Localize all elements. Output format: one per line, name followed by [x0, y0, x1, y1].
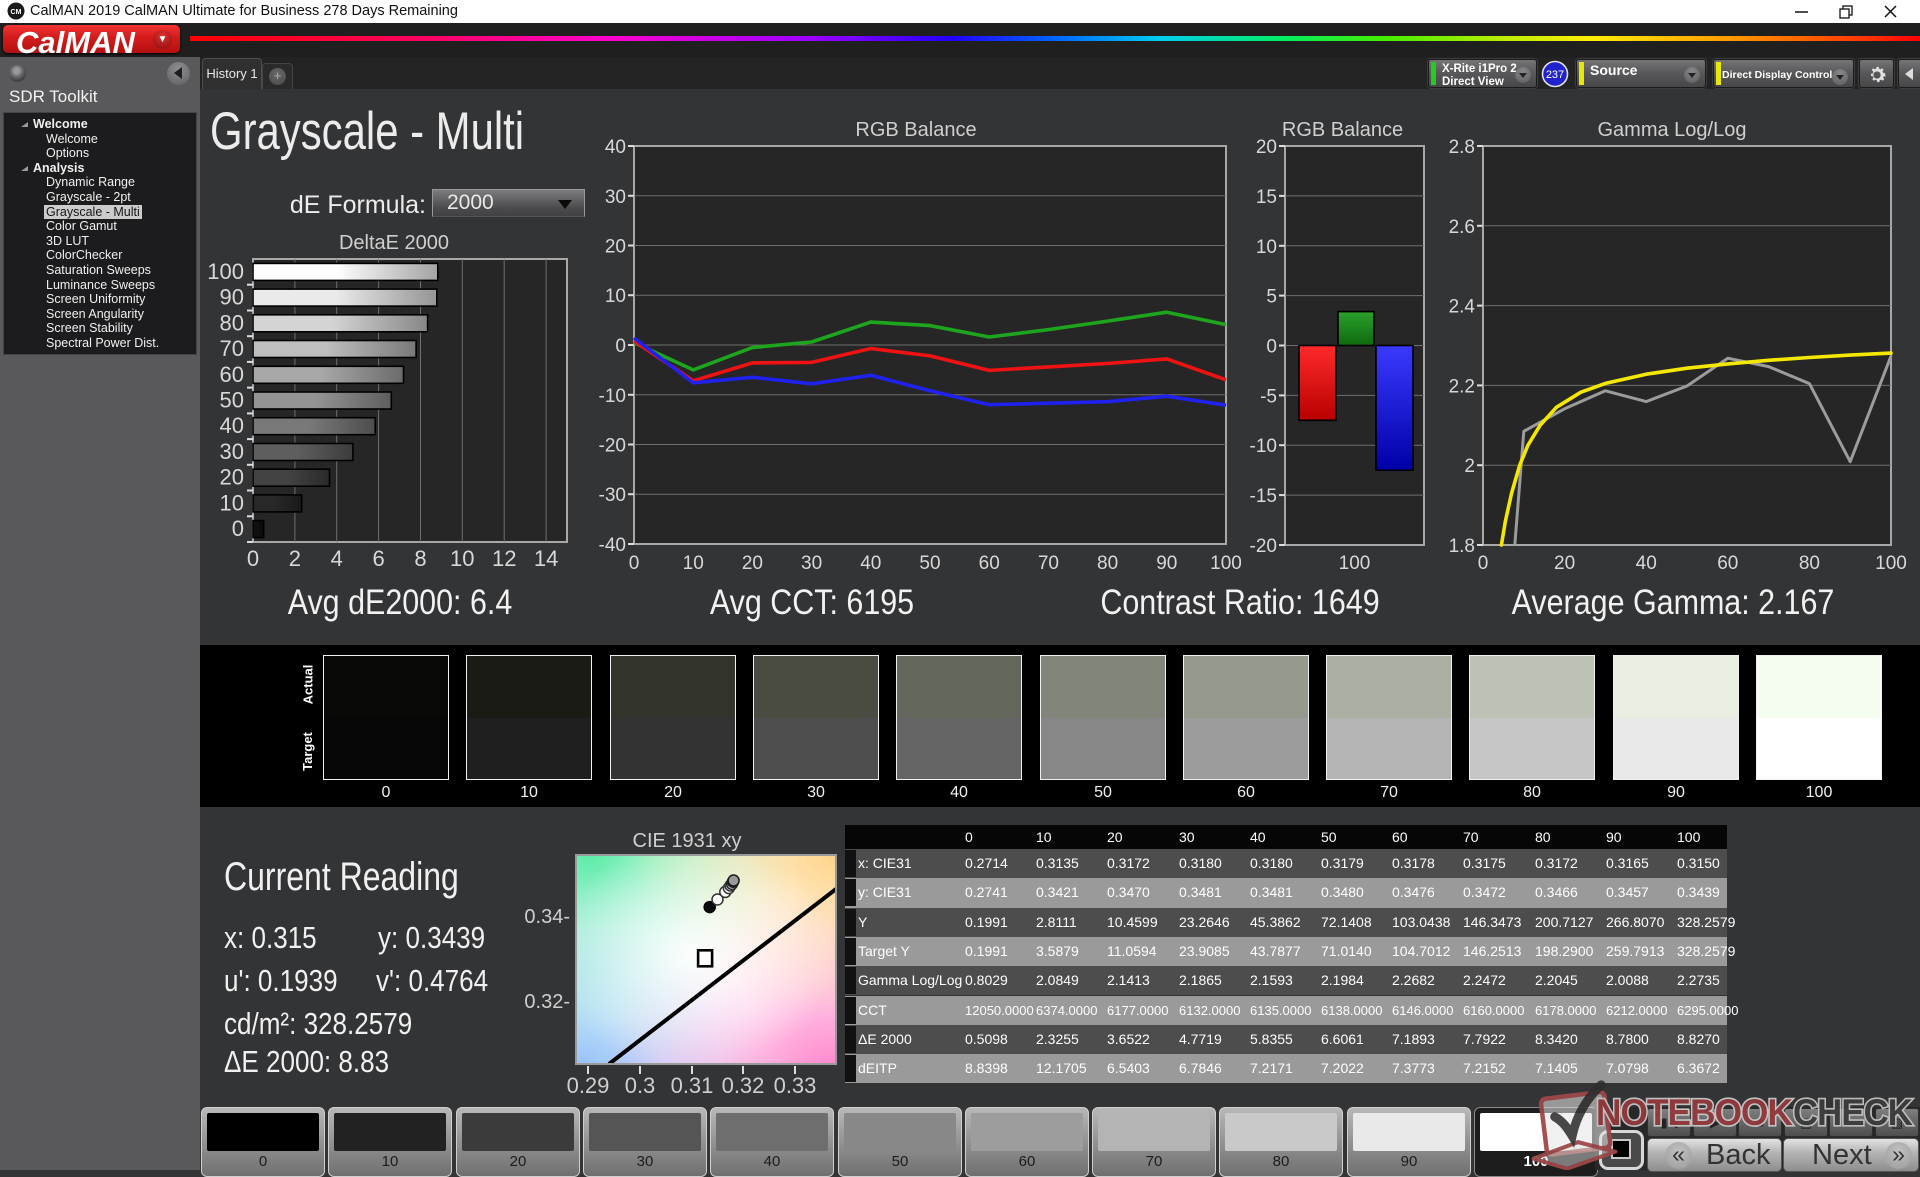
svg-text:0.34-: 0.34-: [524, 906, 570, 928]
svg-text:-40: -40: [599, 535, 626, 556]
svg-text:0: 0: [247, 546, 259, 571]
svg-text:50: 50: [919, 553, 940, 574]
svg-text:2.4: 2.4: [1449, 297, 1476, 318]
svg-text:DeltaE 2000: DeltaE 2000: [339, 232, 449, 254]
svg-text:0: 0: [1478, 553, 1489, 574]
svg-text:100: 100: [1210, 553, 1242, 574]
svg-text:2.2: 2.2: [1449, 376, 1475, 397]
svg-text:70: 70: [1038, 553, 1059, 574]
svg-text:-20: -20: [1250, 536, 1277, 557]
svg-text:CIE 1931 xy: CIE 1931 xy: [633, 830, 742, 852]
svg-text:2: 2: [289, 546, 301, 571]
svg-text:50: 50: [220, 388, 244, 413]
svg-text:70: 70: [220, 336, 244, 361]
svg-text:80: 80: [1097, 553, 1118, 574]
svg-text:0: 0: [629, 553, 640, 574]
svg-text:100: 100: [1339, 553, 1371, 574]
svg-text:20: 20: [1554, 553, 1575, 574]
svg-text:100: 100: [1875, 553, 1907, 574]
svg-text:10: 10: [450, 546, 474, 571]
svg-text:20: 20: [742, 553, 763, 574]
svg-text:2.6: 2.6: [1449, 217, 1475, 238]
svg-text:60: 60: [220, 362, 244, 387]
svg-text:2: 2: [1464, 456, 1475, 477]
svg-text:NOTEBOOK: NOTEBOOK: [1596, 1092, 1793, 1133]
svg-text:10: 10: [1256, 237, 1277, 258]
svg-text:100: 100: [207, 259, 244, 284]
svg-text:12: 12: [492, 546, 516, 571]
svg-text:40: 40: [605, 137, 626, 158]
svg-text:8: 8: [414, 546, 426, 571]
svg-text:1.8: 1.8: [1449, 536, 1475, 557]
svg-text:40: 40: [220, 413, 244, 438]
svg-text:30: 30: [605, 187, 626, 208]
svg-text:-30: -30: [599, 485, 626, 506]
svg-text:237: 237: [1546, 69, 1564, 81]
svg-text:CHECK: CHECK: [1793, 1092, 1913, 1133]
svg-text:20: 20: [1256, 137, 1277, 158]
svg-text:-15: -15: [1250, 486, 1277, 507]
svg-text:CM: CM: [11, 9, 22, 16]
svg-text:0: 0: [232, 516, 244, 541]
svg-text:14: 14: [534, 546, 558, 571]
svg-text:0: 0: [1266, 337, 1277, 358]
svg-text:30: 30: [220, 439, 244, 464]
svg-text:30: 30: [801, 553, 822, 574]
svg-text:RGB Balance: RGB Balance: [1282, 119, 1403, 141]
svg-text:80: 80: [1799, 553, 1820, 574]
svg-text:RGB Balance: RGB Balance: [855, 119, 976, 141]
svg-text:40: 40: [1636, 553, 1657, 574]
svg-text:20: 20: [605, 237, 626, 258]
svg-text:60: 60: [1717, 553, 1738, 574]
svg-text:-10: -10: [1250, 436, 1277, 457]
svg-text:6: 6: [372, 546, 384, 571]
svg-text:5: 5: [1266, 287, 1277, 308]
svg-text:-20: -20: [599, 436, 626, 457]
svg-text:10: 10: [683, 553, 704, 574]
svg-text:80: 80: [220, 310, 244, 335]
svg-text:15: 15: [1256, 187, 1277, 208]
svg-text:4: 4: [331, 546, 343, 571]
svg-text:2.8: 2.8: [1449, 137, 1475, 158]
svg-text:40: 40: [860, 553, 881, 574]
svg-text:60: 60: [979, 553, 1000, 574]
svg-text:0.32-: 0.32-: [524, 991, 570, 1013]
svg-text:-10: -10: [599, 386, 626, 407]
svg-text:10: 10: [220, 490, 244, 515]
svg-text:10: 10: [605, 286, 626, 307]
svg-text:20: 20: [220, 465, 244, 490]
svg-text:90: 90: [1156, 553, 1177, 574]
svg-text:90: 90: [220, 285, 244, 310]
svg-text:Gamma Log/Log: Gamma Log/Log: [1598, 119, 1747, 141]
svg-text:0: 0: [615, 336, 626, 357]
svg-text:-5: -5: [1260, 386, 1277, 407]
